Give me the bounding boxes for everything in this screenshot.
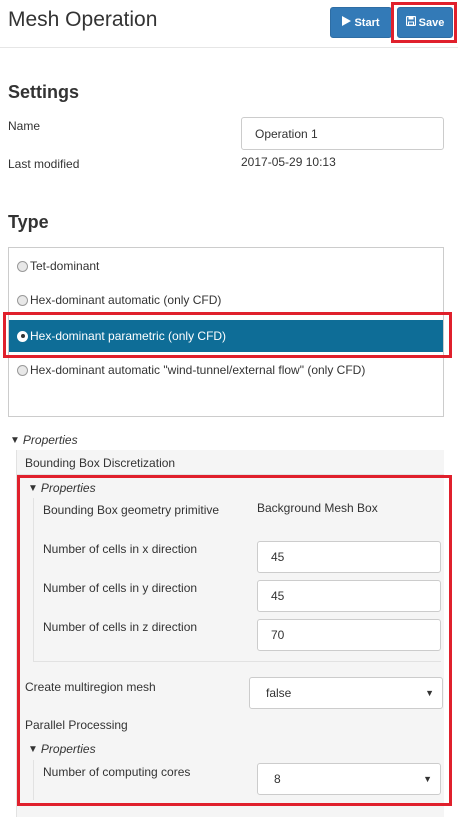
- parallel-processing-heading: Parallel Processing: [25, 718, 128, 732]
- primitive-value: Background Mesh Box: [257, 501, 378, 515]
- header-bar: Mesh Operation Start Save: [0, 0, 458, 48]
- name-label: Name: [8, 119, 41, 133]
- cells-z-input[interactable]: 70: [257, 619, 441, 651]
- radio-button[interactable]: [17, 260, 28, 272]
- type-heading: Type: [8, 212, 49, 232]
- properties-toggle-label: Properties: [40, 742, 96, 756]
- type-option-label: Tet-dominant: [30, 259, 100, 273]
- settings-heading: Settings: [8, 82, 80, 102]
- caret-down-icon: ▼: [28, 743, 38, 755]
- last-modified-label: Last modified: [8, 157, 80, 171]
- properties-toggle-label: Properties: [40, 481, 96, 495]
- properties-toggle-label: Properties: [22, 433, 78, 447]
- bounding-box-heading: Bounding Box Discretization: [25, 456, 176, 470]
- properties-toggle[interactable]: ▼ Properties: [10, 433, 78, 447]
- dropdown-arrow-icon: ▼: [423, 774, 432, 784]
- last-modified-value: 2017-05-29 10:13: [241, 155, 336, 169]
- cells-z-label: Number of cells in z direction: [43, 620, 198, 634]
- page-title: Mesh Operation: [8, 8, 158, 31]
- start-button[interactable]: Start: [330, 7, 392, 38]
- multiregion-select[interactable]: false ▼: [249, 677, 443, 709]
- computing-cores-select[interactable]: 8 ▼: [257, 763, 441, 795]
- cells-x-input[interactable]: 45: [257, 541, 441, 573]
- computing-cores-select-value: 8: [274, 772, 281, 786]
- name-input[interactable]: Operation 1: [241, 117, 444, 150]
- start-button-label: Start: [354, 16, 380, 29]
- cells-y-input[interactable]: 45: [257, 580, 441, 612]
- computing-cores-label: Number of computing cores: [43, 765, 191, 779]
- bounding-box-properties-toggle[interactable]: ▼ Properties: [28, 481, 96, 495]
- caret-down-icon: ▼: [10, 434, 20, 446]
- type-option-hex-automatic[interactable]: Hex-dominant automatic (only CFD): [9, 285, 443, 315]
- type-option-label: Hex-dominant automatic (only CFD): [30, 293, 222, 307]
- multiregion-label: Create multiregion mesh: [25, 680, 156, 694]
- multiregion-select-value: false: [266, 686, 292, 700]
- type-option-label: Hex-dominant parametric (only CFD): [30, 329, 227, 343]
- floppy-disk-icon: [405, 15, 416, 29]
- radio-button-selected[interactable]: [17, 330, 28, 342]
- type-option-tet-dominant[interactable]: Tet-dominant: [9, 251, 443, 281]
- cells-y-label: Number of cells in y direction: [43, 581, 198, 595]
- radio-button[interactable]: [17, 294, 28, 306]
- save-button[interactable]: Save: [397, 7, 453, 38]
- dropdown-arrow-icon: ▼: [425, 688, 434, 698]
- caret-down-icon: ▼: [28, 482, 38, 494]
- type-list: Tet-dominant Hex-dominant automatic (onl…: [8, 247, 444, 417]
- parallel-properties-toggle[interactable]: ▼ Properties: [28, 742, 96, 756]
- type-option-hex-parametric[interactable]: Hex-dominant parametric (only CFD): [9, 320, 443, 352]
- type-option-hex-wind-tunnel[interactable]: Hex-dominant automatic "wind-tunnel/exte…: [9, 355, 443, 385]
- save-button-label: Save: [418, 16, 445, 29]
- play-icon: [342, 16, 352, 29]
- primitive-label: Bounding Box geometry primitive: [43, 503, 220, 517]
- type-option-label: Hex-dominant automatic "wind-tunnel/exte…: [30, 363, 366, 377]
- cells-x-label: Number of cells in x direction: [43, 542, 198, 556]
- radio-button[interactable]: [17, 364, 28, 376]
